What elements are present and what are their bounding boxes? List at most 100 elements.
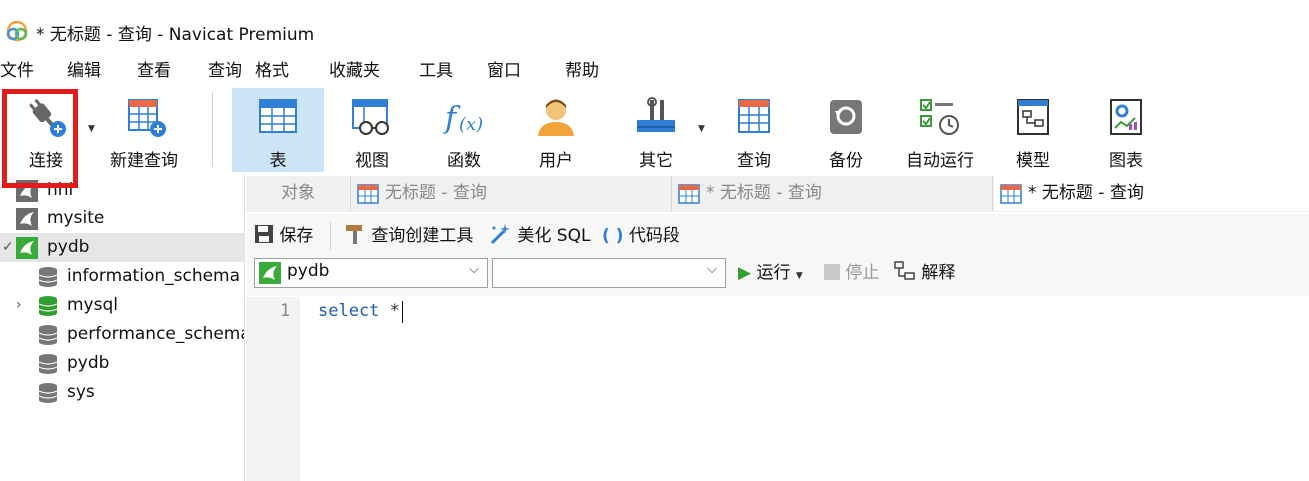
chevron-down-icon: ⌵ <box>469 262 479 277</box>
tab-bar: 对象 无标题 - 查询 * 无标题 - 查询 * 无标题 - 查询 <box>246 176 1309 212</box>
highlight-rectangle <box>2 89 78 188</box>
new-query-button[interactable]: 新建查询 <box>104 88 184 172</box>
hammer-icon <box>346 225 362 244</box>
chart-label: 图表 <box>1109 151 1143 171</box>
database-icon <box>38 383 58 403</box>
database-select-value: pydb <box>287 261 330 281</box>
menu-help[interactable]: 帮助 <box>565 58 599 84</box>
save-label: 保存 <box>279 226 314 246</box>
tab-label: * 无标题 - 查询 <box>1028 183 1144 203</box>
schedule-icon <box>920 99 959 135</box>
menu-tools[interactable]: 工具 <box>419 58 453 84</box>
mysql-connection-active-icon <box>16 237 38 259</box>
table-button[interactable]: 表 <box>232 88 324 172</box>
save-button[interactable]: 保存 <box>254 223 313 249</box>
sql-editor[interactable]: 1 select * <box>246 297 1309 481</box>
chevron-down-icon[interactable]: ✓ <box>2 233 14 262</box>
query-toolbar: 保存 查询创建工具 美化 SQL ( ) 代码段 <box>246 214 1309 258</box>
parentheses-icon: ( ) <box>602 226 624 246</box>
window-title: * 无标题 - 查询 - Navicat Premium <box>36 25 315 45</box>
auto-run-label: 自动运行 <box>906 151 974 171</box>
database-icon <box>38 354 58 374</box>
run-dropdown-icon[interactable]: ▼ <box>796 271 803 281</box>
explain-button[interactable]: 解释 <box>894 260 955 286</box>
tab-query-3-active[interactable]: * 无标题 - 查询 <box>994 176 1309 211</box>
menu-format[interactable]: 格式 <box>255 58 289 84</box>
schema-select[interactable]: ⌵ <box>492 258 726 288</box>
tree-item-label: sys <box>67 382 95 402</box>
beautify-sql-button[interactable]: 美化 SQL <box>488 223 590 249</box>
query-tab-icon <box>678 184 700 204</box>
mysql-connection-active-icon <box>259 262 281 284</box>
other-button[interactable]: 其它 <box>616 88 696 172</box>
chevron-right-icon[interactable]: › <box>16 291 22 320</box>
tools-icon <box>637 97 675 132</box>
database-icon <box>38 325 58 345</box>
query-button[interactable]: 查询 <box>714 88 794 172</box>
text-caret <box>402 301 403 323</box>
query-tab-icon <box>1000 184 1022 204</box>
stop-button[interactable]: 停止 <box>824 260 879 286</box>
tree-item-label: pydb <box>47 237 90 257</box>
toolbar-divider <box>330 222 331 250</box>
connect-dropdown-icon[interactable]: ▼ <box>88 124 95 134</box>
navicat-logo-icon <box>6 20 28 42</box>
tree-item-label: information_schema <box>67 266 241 286</box>
tree-item-database[interactable]: performance_schema <box>0 320 244 349</box>
menu-favorites[interactable]: 收藏夹 <box>329 58 380 84</box>
tab-query-2[interactable]: * 无标题 - 查询 <box>672 176 993 211</box>
svg-text:(x): (x) <box>459 114 483 135</box>
tree-item-database[interactable]: › mysql <box>0 291 244 320</box>
backup-button[interactable]: 备份 <box>806 88 886 172</box>
tab-label: * 无标题 - 查询 <box>706 183 822 203</box>
auto-run-button[interactable]: 自动运行 <box>900 88 980 172</box>
user-icon <box>538 99 574 136</box>
query-builder-button[interactable]: 查询创建工具 <box>344 223 473 249</box>
view-button[interactable]: 视图 <box>332 88 412 172</box>
menu-file[interactable]: 文件 <box>0 58 34 84</box>
tree-item-label: pydb <box>67 353 110 373</box>
tree-item-connection-selected[interactable]: ✓ pydb <box>0 233 244 262</box>
sql-keyword: select <box>318 301 380 321</box>
database-selector-row: pydb ⌵ ⌵ ▶ 运行 ▼ 停止 解释 <box>246 256 1309 296</box>
sql-operator: * <box>389 301 400 321</box>
code-line[interactable]: select * <box>318 301 400 321</box>
beautify-sql-label: 美化 SQL <box>517 226 591 246</box>
database-icon <box>38 267 58 287</box>
menu-window[interactable]: 窗口 <box>487 58 521 84</box>
tree-item-label: mysql <box>67 295 118 315</box>
query-tab-icon <box>357 184 379 204</box>
query-label: 查询 <box>737 151 771 171</box>
menu-view[interactable]: 查看 <box>137 58 171 84</box>
tab-query-1[interactable]: 无标题 - 查询 <box>351 176 672 211</box>
magic-wand-icon <box>490 224 510 245</box>
database-select[interactable]: pydb ⌵ <box>254 258 488 288</box>
user-label: 用户 <box>539 151 573 171</box>
tree-item-database[interactable]: sys <box>0 378 244 407</box>
chart-button[interactable]: 图表 <box>1086 88 1166 172</box>
other-dropdown-icon[interactable]: ▼ <box>698 124 705 134</box>
query-icon <box>738 99 770 133</box>
explain-icon <box>894 261 915 280</box>
function-button[interactable]: f (x) 函数 <box>424 88 504 172</box>
toolbar-separator <box>212 92 213 166</box>
menu-edit[interactable]: 编辑 <box>67 58 101 84</box>
backup-label: 备份 <box>829 151 863 171</box>
menu-query[interactable]: 查询 <box>208 58 242 84</box>
line-number-gutter <box>246 297 300 481</box>
user-button[interactable]: 用户 <box>516 88 596 172</box>
tree-item-database[interactable]: pydb <box>0 349 244 378</box>
tree-item-database[interactable]: information_schema <box>0 262 244 291</box>
database-open-icon <box>38 296 58 316</box>
snippet-button[interactable]: ( ) 代码段 <box>602 223 680 249</box>
tab-objects[interactable]: 对象 <box>246 176 351 211</box>
new-query-label: 新建查询 <box>110 151 178 171</box>
model-button[interactable]: 模型 <box>994 88 1072 172</box>
table-label: 表 <box>269 151 287 171</box>
tree-item-connection[interactable]: mysite <box>0 204 244 233</box>
model-label: 模型 <box>1016 151 1050 171</box>
query-builder-label: 查询创建工具 <box>371 226 474 246</box>
table-icon <box>259 99 297 133</box>
new-query-icon <box>128 99 166 137</box>
run-button[interactable]: ▶ 运行 ▼ <box>738 260 803 289</box>
